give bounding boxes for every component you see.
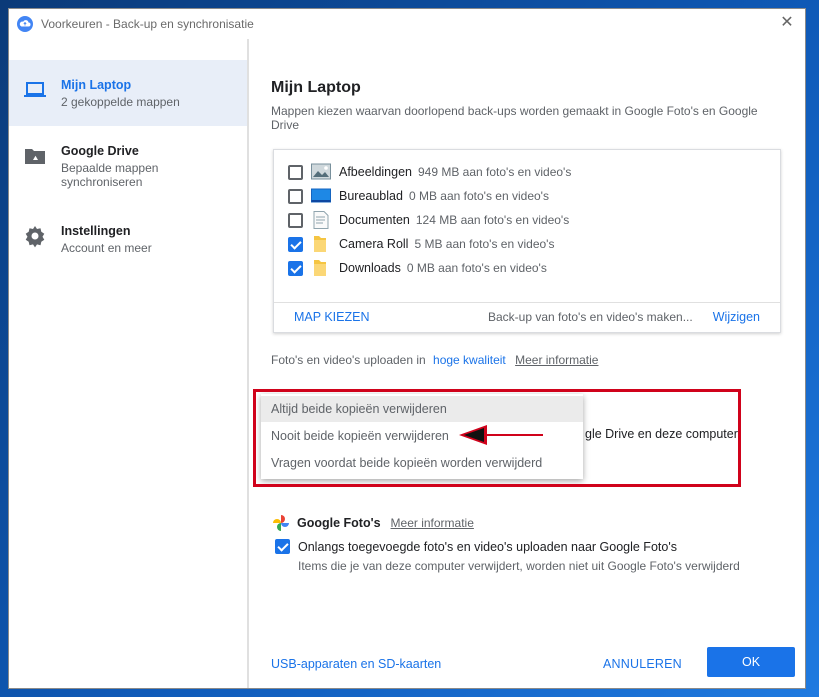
sidebar-item-label: Mijn Laptop bbox=[61, 78, 132, 92]
title-bar: Voorkeuren - Back-up en synchronisatie ✕ bbox=[9, 9, 805, 39]
upload-quality-line: Foto's en video's uploaden in hoge kwali… bbox=[271, 353, 598, 367]
folder-size: 124 MB aan foto's en video's bbox=[415, 213, 570, 227]
main-content: Mijn Laptop Mappen kiezen waarvan doorlo… bbox=[249, 39, 805, 688]
folder-icon bbox=[314, 260, 326, 276]
page-title: Mijn Laptop bbox=[271, 79, 361, 96]
documents-icon bbox=[313, 211, 329, 229]
folder-name: Downloads bbox=[339, 261, 401, 275]
drive-folder-icon bbox=[25, 149, 45, 164]
folder-size: 949 MB aan foto's en video's bbox=[417, 165, 572, 179]
list-item: Camera Roll 5 MB aan foto's en video's bbox=[288, 233, 554, 255]
pictures-icon bbox=[311, 163, 331, 180]
folder-list-card: Afbeeldingen 949 MB aan foto's en video'… bbox=[273, 149, 781, 333]
divider bbox=[274, 302, 780, 303]
sidebar: Mijn Laptop 2 gekoppelde mappen Google D… bbox=[9, 39, 249, 688]
google-photos-upload-checkbox[interactable] bbox=[275, 539, 290, 554]
ok-button[interactable]: OK bbox=[707, 647, 795, 677]
list-item: Documenten 124 MB aan foto's en video's bbox=[288, 209, 569, 231]
backup-sync-icon bbox=[17, 16, 33, 32]
list-item: Downloads 0 MB aan foto's en video's bbox=[288, 257, 547, 279]
sidebar-item-google-drive[interactable]: Google Drive Bepaalde mappen synchronise… bbox=[9, 126, 247, 206]
sidebar-item-my-laptop[interactable]: Mijn Laptop 2 gekoppelde mappen bbox=[9, 60, 247, 126]
folder-checkbox[interactable] bbox=[288, 188, 303, 204]
folder-size: 5 MB aan foto's en video's bbox=[414, 237, 555, 251]
google-photos-header: Google Foto's Meer informatie bbox=[271, 513, 474, 533]
folder-name: Bureaublad bbox=[339, 189, 403, 203]
sidebar-item-label: Google Drive bbox=[61, 144, 139, 158]
list-item: Afbeeldingen 949 MB aan foto's en video'… bbox=[288, 161, 571, 183]
cancel-button[interactable]: ANNULEREN bbox=[603, 657, 682, 671]
google-photos-title: Google Foto's bbox=[297, 516, 381, 530]
change-link[interactable]: Wijzigen bbox=[713, 310, 760, 324]
folder-checkbox[interactable] bbox=[288, 212, 303, 228]
sidebar-item-sublabel: 2 gekoppelde mappen bbox=[61, 95, 180, 109]
folder-name: Documenten bbox=[339, 213, 410, 227]
desktop-icon bbox=[311, 188, 331, 203]
folder-checkbox[interactable] bbox=[288, 260, 303, 276]
google-photos-upload-row: Onlangs toegevoegde foto's en video's up… bbox=[275, 539, 677, 554]
page-description: Mappen kiezen waarvan doorlopend back-up… bbox=[271, 104, 758, 132]
folder-size: 0 MB aan foto's en video's bbox=[408, 189, 549, 203]
folder-size: 0 MB aan foto's en video's bbox=[406, 261, 547, 275]
laptop-icon bbox=[24, 82, 46, 97]
sidebar-item-settings[interactable]: Instellingen Account en meer bbox=[9, 206, 247, 272]
highlight-box bbox=[253, 389, 741, 487]
folder-icon bbox=[314, 236, 326, 252]
preferences-window: Voorkeuren - Back-up en synchronisatie ✕… bbox=[8, 8, 806, 689]
usb-devices-link[interactable]: USB-apparaten en SD-kaarten bbox=[271, 657, 441, 671]
sidebar-item-sublabel: Bepaalde mappen synchroniseren bbox=[61, 161, 159, 189]
close-icon[interactable]: ✕ bbox=[779, 15, 795, 31]
choose-folder-button[interactable]: MAP KIEZEN bbox=[294, 310, 369, 324]
google-photos-upload-label: Onlangs toegevoegde foto's en video's up… bbox=[298, 539, 677, 554]
more-info-link[interactable]: Meer informatie bbox=[515, 353, 598, 367]
upload-quality-link[interactable]: hoge kwaliteit bbox=[433, 353, 506, 367]
backup-status: Back-up van foto's en video's maken... bbox=[488, 310, 693, 324]
window-title: Voorkeuren - Back-up en synchronisatie bbox=[41, 17, 254, 31]
folder-name: Camera Roll bbox=[339, 237, 409, 251]
google-photos-note: Items die je van deze computer verwijder… bbox=[298, 559, 740, 573]
upload-prefix: Foto's en video's uploaden in bbox=[271, 353, 426, 367]
sidebar-item-label: Instellingen bbox=[61, 224, 131, 238]
folder-checkbox[interactable] bbox=[288, 236, 303, 252]
folder-checkbox[interactable] bbox=[288, 164, 303, 180]
google-photos-icon bbox=[273, 515, 289, 531]
sidebar-item-sublabel: Account en meer bbox=[61, 241, 152, 255]
list-item: Bureaublad 0 MB aan foto's en video's bbox=[288, 185, 549, 207]
google-photos-more-info-link[interactable]: Meer informatie bbox=[391, 516, 474, 530]
folder-name: Afbeeldingen bbox=[339, 165, 412, 179]
gear-icon bbox=[25, 226, 45, 248]
